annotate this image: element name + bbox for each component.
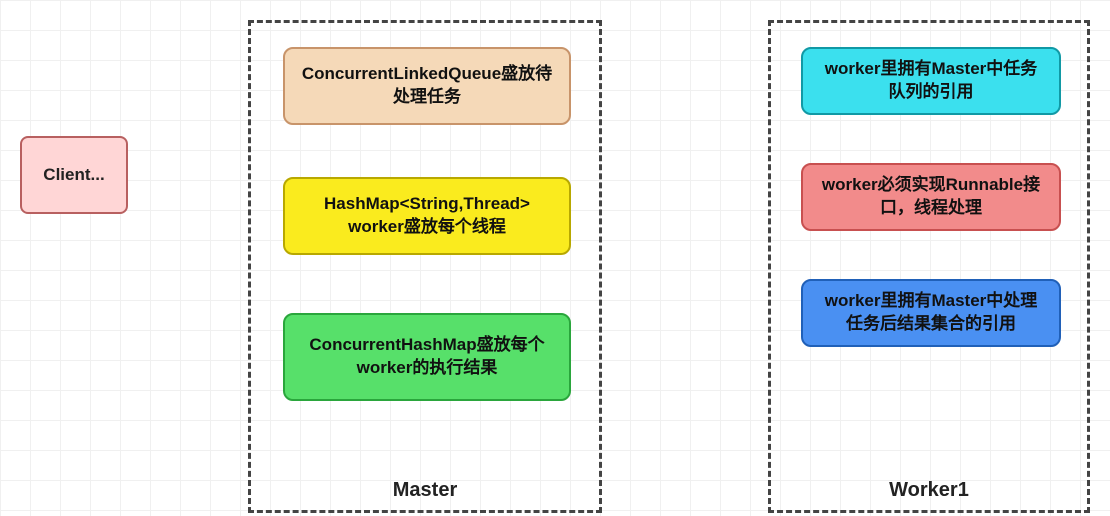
worker-box-queue-ref-text: worker里拥有Master中任务队列的引用 bbox=[817, 58, 1045, 104]
master-box-hashmap: HashMap<String,Thread> worker盛放每个线程 bbox=[283, 177, 571, 255]
client-box: Client... bbox=[20, 136, 128, 214]
worker-box-runnable-text: worker必须实现Runnable接口，线程处理 bbox=[817, 174, 1045, 220]
worker-box-result-ref: worker里拥有Master中处理任务后结果集合的引用 bbox=[801, 279, 1061, 347]
master-group-label: Master bbox=[251, 479, 599, 502]
master-box-queue-text: ConcurrentLinkedQueue盛放待处理任务 bbox=[299, 63, 555, 109]
worker-group-label: Worker1 bbox=[771, 479, 1087, 502]
worker-box-result-ref-text: worker里拥有Master中处理任务后结果集合的引用 bbox=[817, 290, 1045, 336]
master-box-results-text: ConcurrentHashMap盛放每个worker的执行结果 bbox=[299, 334, 555, 380]
worker-group: worker里拥有Master中任务队列的引用 worker必须实现Runnab… bbox=[768, 20, 1090, 513]
master-group: ConcurrentLinkedQueue盛放待处理任务 HashMap<Str… bbox=[248, 20, 602, 513]
worker-box-queue-ref: worker里拥有Master中任务队列的引用 bbox=[801, 47, 1061, 115]
worker-box-runnable: worker必须实现Runnable接口，线程处理 bbox=[801, 163, 1061, 231]
master-box-queue: ConcurrentLinkedQueue盛放待处理任务 bbox=[283, 47, 571, 125]
client-label: Client... bbox=[43, 165, 104, 185]
master-box-hashmap-text: HashMap<String,Thread> worker盛放每个线程 bbox=[299, 193, 555, 239]
master-box-results: ConcurrentHashMap盛放每个worker的执行结果 bbox=[283, 313, 571, 401]
